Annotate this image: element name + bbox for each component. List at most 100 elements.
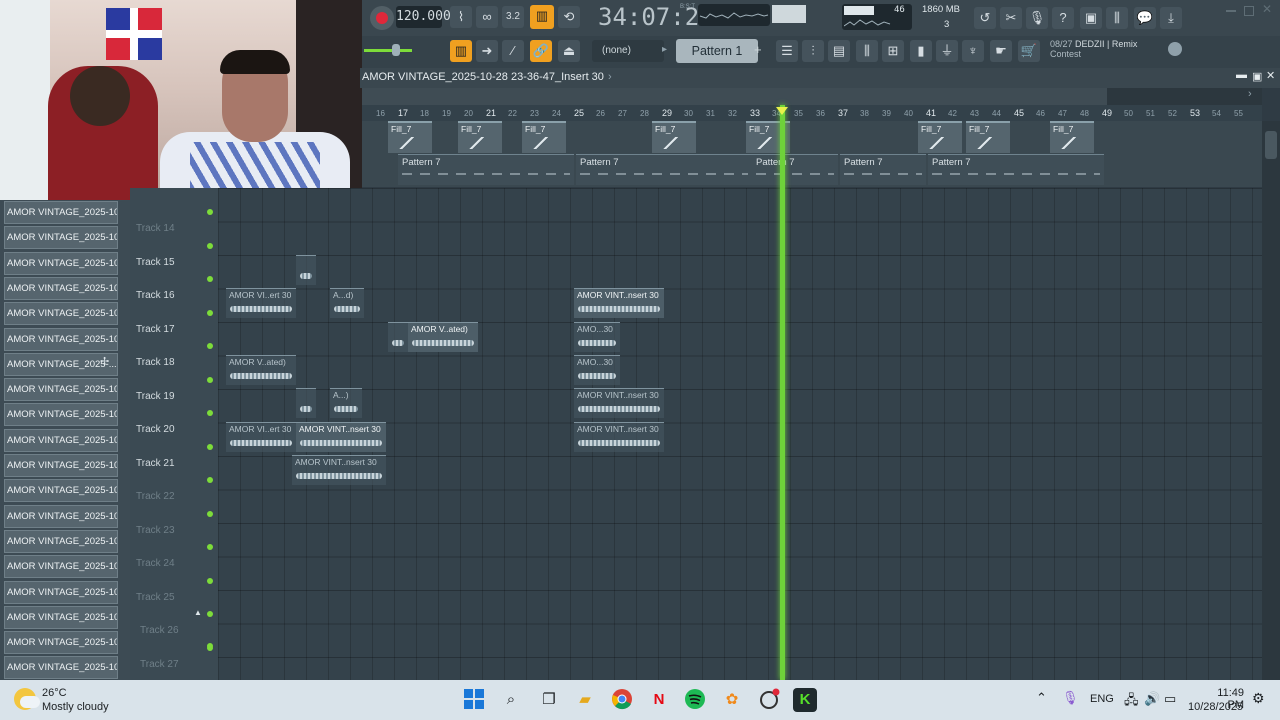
task-view-icon[interactable]: ❐: [537, 688, 561, 712]
pattern-clip[interactable]: Pattern 7: [928, 154, 1104, 185]
browser-item[interactable]: AMOR VINTAGE_2025-10-...: [4, 454, 118, 477]
close-app-icon[interactable]: ✕: [1262, 2, 1272, 16]
song-position-display[interactable]: 34:07:2: [598, 3, 699, 31]
volume-icon[interactable]: 🔊: [1144, 691, 1160, 707]
countdown-icon[interactable]: 3.2: [502, 6, 524, 28]
audio-clip[interactable]: AMOR V..ated): [408, 322, 478, 352]
browser-item[interactable]: AMOR VINTAGE_2025-10-...: [4, 555, 118, 579]
overview-scroll-thumb[interactable]: [362, 88, 1107, 105]
track-name[interactable]: Track 16: [136, 290, 175, 301]
recording-app-icon[interactable]: [757, 688, 781, 712]
tempo-display[interactable]: 120.000: [396, 6, 451, 28]
fill-clip[interactable]: Fill_7: [652, 121, 696, 153]
track-name[interactable]: Track 19: [136, 391, 175, 402]
track-name[interactable]: Track 26: [140, 625, 179, 636]
audio-clip[interactable]: AMOR VINT..nsert 30: [574, 288, 664, 318]
download-icon[interactable]: ⤓: [1160, 7, 1182, 29]
master-volume-knob[interactable]: [392, 44, 400, 56]
record-button[interactable]: [370, 6, 394, 30]
browser-icon[interactable]: ⊞: [882, 40, 904, 62]
playlist-minimize-icon[interactable]: ▬: [1236, 69, 1247, 81]
browser-item[interactable]: AMOR VINTAGE_2025-10-...: [4, 302, 118, 326]
audio-clip[interactable]: AMOR V..ated): [226, 355, 296, 385]
mic-tray-icon[interactable]: 🎙: [1062, 690, 1079, 706]
recording-filter-icon[interactable]: ▥: [530, 5, 554, 29]
audio-clip[interactable]: [296, 255, 316, 285]
track-name[interactable]: Track 21: [136, 458, 175, 469]
language-indicator[interactable]: ENG: [1090, 693, 1114, 705]
browser-item[interactable]: AMOR VINTAGE_2025-10-...: [4, 479, 118, 503]
track-mute-led[interactable]: [207, 510, 213, 517]
track-name[interactable]: Track 17: [136, 324, 175, 335]
track-name[interactable]: Track 22: [136, 491, 175, 502]
mixer-tool-icon[interactable]: ⫼: [1106, 7, 1128, 29]
playlist-grid[interactable]: AMOR VI..ert 30 A...d) AMOR VINT..nsert 30…: [218, 188, 1262, 680]
track-mute-led[interactable]: [207, 477, 213, 483]
browser-item[interactable]: AMOR VINTAGE_2025-10-...: [4, 201, 118, 224]
chrome-icon[interactable]: [610, 688, 634, 712]
show-hidden-icons[interactable]: ⌃: [1036, 690, 1047, 706]
fill-clip[interactable]: Fill_7: [388, 121, 432, 153]
fill-clip[interactable]: Fill_7: [522, 121, 566, 153]
track-name[interactable]: Track 24: [136, 558, 175, 569]
fl-studio-icon[interactable]: ✿: [720, 688, 744, 712]
collapse-arrow-icon[interactable]: ▲: [194, 608, 202, 617]
playlist-overview[interactable]: [362, 88, 1262, 105]
audio-clip[interactable]: [388, 322, 408, 352]
save-icon[interactable]: ▣: [1080, 7, 1102, 29]
audio-clip[interactable]: AMOR VINT..nsert 30: [296, 422, 386, 452]
fill-clip[interactable]: Fill_7: [1050, 121, 1094, 153]
link-icon[interactable]: 🔗: [530, 40, 552, 62]
track-name[interactable]: Track 23: [136, 525, 175, 536]
track-mute-led[interactable]: [207, 577, 213, 584]
file-explorer-icon[interactable]: ▰: [573, 688, 597, 712]
piano-roll-window-icon[interactable]: ⫶: [802, 40, 824, 62]
chat-icon[interactable]: 💬: [1134, 7, 1156, 29]
playhead-marker-icon[interactable]: [776, 107, 788, 115]
touch-icon[interactable]: ☛: [990, 40, 1012, 62]
help-icon[interactable]: ?: [1052, 7, 1074, 29]
track-mute-led[interactable]: [207, 376, 213, 383]
tool-draw-icon[interactable]: ∕: [502, 40, 524, 62]
weather-temperature[interactable]: 26°C: [42, 687, 67, 699]
shop-icon[interactable]: 🛒: [1018, 40, 1040, 62]
performance-icon[interactable]: ♆: [962, 40, 984, 62]
browser-item[interactable]: AMOR VINTAGE_2025-10-...: [4, 631, 118, 655]
playlist-vertical-scrollbar[interactable]: [1262, 121, 1280, 680]
scroll-right-icon[interactable]: ›: [1248, 88, 1252, 100]
pattern-arrow-icon[interactable]: ▸: [662, 44, 667, 55]
pattern-clip[interactable]: Pattern 7: [576, 154, 752, 185]
vertical-scroll-thumb[interactable]: [1265, 131, 1277, 159]
audio-clip[interactable]: A...d): [330, 288, 364, 318]
browser-item[interactable]: AMOR VINTAGE_2025-10-...: [4, 226, 118, 250]
mixer-icon[interactable]: ⫼: [856, 40, 878, 62]
undo-icon[interactable]: ↺: [974, 7, 996, 29]
spotify-icon[interactable]: [683, 688, 707, 712]
weather-description[interactable]: Mostly cloudy: [42, 701, 109, 713]
browser-item[interactable]: AMOR VINTAGE_2025-10-...: [4, 251, 118, 275]
weather-icon[interactable]: [14, 688, 40, 710]
title-arrow-icon[interactable]: ›: [608, 71, 612, 83]
network-icon[interactable]: 🖧: [1124, 691, 1139, 713]
browser-item[interactable]: AMOR VINTAGE_2025-10-...: [4, 378, 118, 402]
track-mute-led[interactable]: [207, 643, 213, 649]
battery-icon[interactable]: ▭: [1164, 691, 1176, 707]
track-mute-led[interactable]: [207, 276, 213, 282]
audio-clip[interactable]: AMO...30: [574, 322, 620, 352]
windows-start-icon[interactable]: [462, 688, 486, 712]
search-icon[interactable]: ⌕: [499, 688, 523, 712]
browser-item[interactable]: AMOR VINTAGE_2025-10-...: [4, 327, 118, 351]
track-name[interactable]: Track 15: [136, 257, 175, 268]
fill-clip[interactable]: Fill_7: [966, 121, 1010, 153]
audio-clip[interactable]: AMOR VINT..nsert 30: [574, 388, 664, 418]
audio-clip[interactable]: A...): [330, 388, 362, 418]
loop-record-icon[interactable]: ⟲: [558, 6, 580, 28]
audio-clip[interactable]: AMOR VI..ert 30: [226, 422, 296, 452]
browser-item[interactable]: AMOR VINTAGE_2025-10-...: [4, 504, 118, 528]
master-volume-slider[interactable]: [364, 49, 412, 52]
files-icon[interactable]: ▮: [910, 40, 932, 62]
browser-item[interactable]: AMOR VINTAGE_2025-10-...: [4, 580, 118, 604]
cut-icon[interactable]: ✂: [1000, 7, 1022, 29]
microphone-icon[interactable]: 🎙: [1026, 7, 1048, 29]
track-mute-led[interactable]: [207, 443, 213, 450]
